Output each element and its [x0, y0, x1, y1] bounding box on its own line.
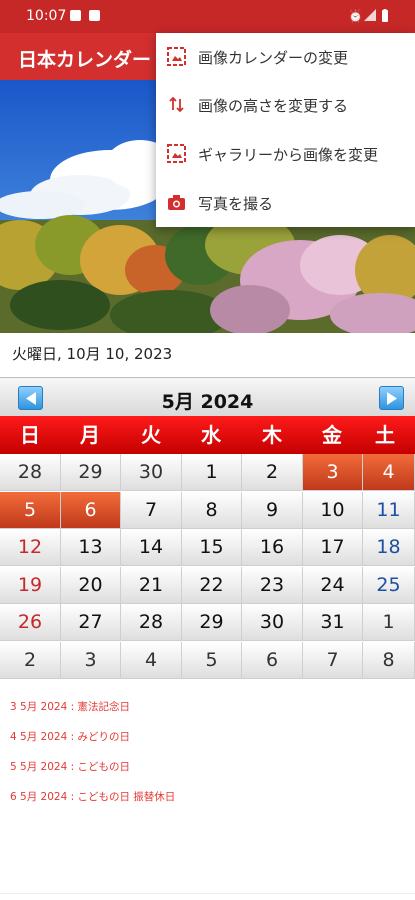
calendar-day-cell[interactable]: 6 — [242, 641, 303, 679]
weekday-label: 日 — [20, 423, 40, 447]
month-navigation: 5月 2024 — [0, 377, 415, 417]
calendar-day-cell[interactable]: 23 — [242, 566, 303, 604]
calendar-day-cell[interactable]: 10 — [303, 491, 363, 529]
calendar-day-cell[interactable]: 26 — [0, 604, 61, 641]
calendar-day-cell[interactable]: 9 — [242, 491, 303, 529]
calendar-day-cell[interactable]: 16 — [242, 529, 303, 566]
menu-item-label: 写真を撮る — [198, 195, 274, 213]
holiday-item: 5 5月 2024 : こどもの日 — [10, 761, 130, 773]
calendar-day-cell[interactable]: 3 — [303, 454, 363, 491]
calendar-day-cell[interactable]: 27 — [61, 604, 121, 641]
calendar-day-cell[interactable]: 22 — [182, 566, 242, 604]
holiday-list: 3 5月 2024 : 憲法記念日 4 5月 2024 : みどりの日 5 5月… — [10, 700, 175, 820]
image-calendar-icon — [167, 47, 186, 66]
battery-icon — [381, 9, 389, 25]
weekday-label: 水 — [201, 423, 221, 447]
calendar-day-cell[interactable]: 21 — [121, 566, 182, 604]
calendar-day-cell[interactable]: 18 — [363, 529, 415, 566]
menu-item-label: ギャラリーから画像を変更 — [198, 146, 379, 164]
menu-item-take-photo[interactable]: 写真を撮る — [156, 179, 415, 227]
menu-item-change-calendar-image[interactable]: 画像カレンダーの変更 — [156, 33, 415, 81]
app-title: 日本カレンダー — [18, 49, 152, 71]
calendar-day-cell[interactable]: 30 — [121, 454, 182, 491]
right-arrow-icon — [387, 392, 397, 405]
calendar-day-cell[interactable]: 3 — [61, 641, 121, 679]
menu-item-gallery-image[interactable]: ギャラリーから画像を変更 — [156, 130, 415, 178]
status-bar: 10:07 ⏰ — [0, 0, 415, 33]
gallery-image-icon — [167, 144, 186, 163]
calendar-day-cell[interactable]: 29 — [182, 604, 242, 641]
weekday-label: 月 — [80, 423, 100, 447]
menu-item-label: 画像カレンダーの変更 — [198, 49, 349, 67]
calendar-day-cell[interactable]: 12 — [0, 529, 61, 566]
current-date: 火曜日, 10月 10, 2023 — [12, 345, 173, 363]
calendar-day-cell[interactable]: 5 — [182, 641, 242, 679]
calendar-day-cell[interactable]: 24 — [303, 566, 363, 604]
month-label: 5月 2024 — [161, 391, 254, 413]
calendar-day-cell[interactable]: 8 — [182, 491, 242, 529]
calendar-day-cell[interactable]: 1 — [363, 604, 415, 641]
holiday-item: 6 5月 2024 : こどもの日 振替休日 — [10, 791, 176, 803]
calendar-day-cell[interactable]: 17 — [303, 529, 363, 566]
calendar-day-cell[interactable]: 19 — [0, 566, 61, 604]
calendar-day-cell[interactable]: 30 — [242, 604, 303, 641]
calendar-day-cell[interactable]: 28 — [121, 604, 182, 641]
weekday-header: 日 月 火 水 木 金 土 — [0, 416, 415, 454]
signal-icon — [364, 9, 376, 24]
folder-icon — [70, 10, 81, 21]
weekday-label: 金 — [322, 423, 342, 447]
calendar-day-cell[interactable]: 28 — [0, 454, 61, 491]
status-time: 10:07 — [26, 8, 67, 24]
holiday-item: 3 5月 2024 : 憲法記念日 — [10, 701, 130, 713]
weekday-label: 木 — [262, 423, 282, 447]
menu-item-label: 画像の高さを変更する — [198, 97, 349, 115]
check-icon — [89, 10, 100, 21]
alarm-icon: ⏰ — [348, 9, 363, 23]
camera-icon — [168, 195, 185, 210]
calendar-day-cell[interactable]: 1 — [182, 454, 242, 491]
calendar-day-cell[interactable]: 14 — [121, 529, 182, 566]
calendar-day-cell[interactable]: 15 — [182, 529, 242, 566]
calendar-day-cell[interactable]: 31 — [303, 604, 363, 641]
calendar-day-cell[interactable]: 7 — [121, 491, 182, 529]
overflow-menu: 画像カレンダーの変更 画像の高さを変更する ギャラリーから画像を変更 写真を撮る — [156, 33, 415, 227]
calendar-day-cell[interactable]: 6 — [61, 491, 121, 529]
height-arrows-icon — [169, 96, 184, 113]
weekday-label: 火 — [141, 423, 161, 447]
divider — [0, 893, 415, 894]
calendar-day-cell[interactable]: 13 — [61, 529, 121, 566]
calendar-day-cell[interactable]: 5 — [0, 491, 61, 529]
calendar-day-cell[interactable]: 11 — [363, 491, 415, 529]
weekday-label: 土 — [375, 423, 395, 447]
calendar-day-cell[interactable]: 20 — [61, 566, 121, 604]
calendar-day-cell[interactable]: 8 — [363, 641, 415, 679]
calendar-day-cell[interactable]: 4 — [121, 641, 182, 679]
calendar-day-cell[interactable]: 2 — [242, 454, 303, 491]
menu-item-change-image-height[interactable]: 画像の高さを変更する — [156, 81, 415, 129]
calendar-day-cell[interactable]: 7 — [303, 641, 363, 679]
calendar-day-cell[interactable]: 25 — [363, 566, 415, 604]
next-month-button[interactable] — [379, 386, 404, 410]
calendar-day-cell[interactable]: 29 — [61, 454, 121, 491]
calendar-day-cell[interactable]: 2 — [0, 641, 61, 679]
calendar-day-cell[interactable]: 4 — [363, 454, 415, 491]
holiday-item: 4 5月 2024 : みどりの日 — [10, 731, 130, 743]
